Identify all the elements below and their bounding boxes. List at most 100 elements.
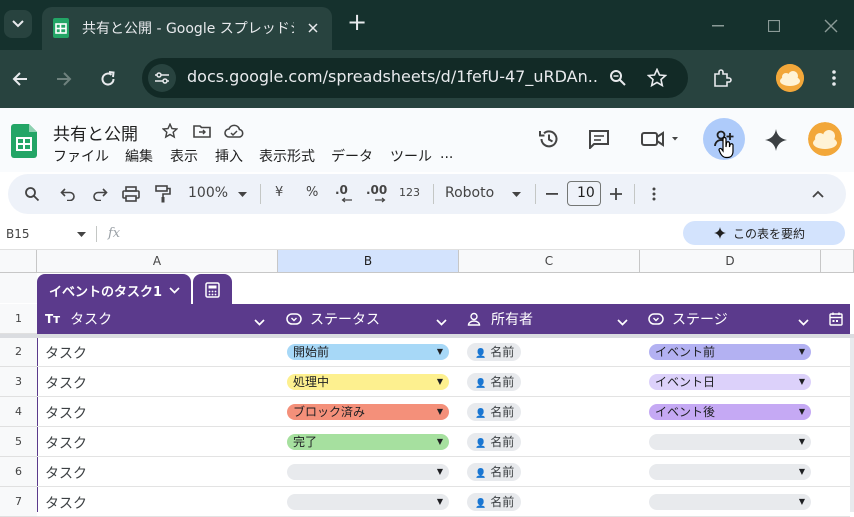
header-owner-chevron-icon[interactable] [617, 314, 628, 330]
account-avatar[interactable] [808, 122, 842, 156]
cloud-status-icon[interactable] [223, 121, 245, 141]
column-header-a[interactable]: A [37, 250, 278, 273]
task-cell[interactable]: タスク [45, 493, 87, 513]
header-status[interactable]: ステータス [286, 304, 454, 334]
currency-format-button[interactable]: ¥ [275, 185, 283, 200]
zoom-select[interactable]: 100% [188, 185, 228, 201]
column-header-c[interactable]: C [459, 250, 640, 273]
minimize-icon[interactable] [706, 14, 730, 38]
row-header-4[interactable]: 4 [0, 397, 37, 427]
stage-chip[interactable]: ▼ [649, 494, 811, 510]
table-name-chip[interactable]: イベントのタスク1 [37, 274, 191, 304]
new-tab-button[interactable]: + [347, 8, 367, 36]
task-cell[interactable]: タスク [45, 373, 87, 393]
row-header-7[interactable]: 7 [0, 487, 37, 517]
browser-menu-icon[interactable] [822, 64, 846, 92]
menu-more[interactable]: ... [440, 146, 453, 162]
task-cell[interactable]: タスク [45, 433, 87, 453]
status-chip[interactable]: ブロック済み ▼ [287, 404, 449, 420]
menu-edit[interactable]: 編集 [125, 146, 153, 166]
font-size-plus-icon[interactable] [608, 185, 624, 203]
owner-chip[interactable]: 👤 名前 [467, 493, 521, 511]
back-icon[interactable] [6, 65, 34, 93]
doc-title[interactable]: 共有と公開 [53, 120, 138, 145]
browser-tab[interactable]: 共有と公開 - Google スプレッドシ [42, 7, 332, 50]
name-box[interactable]: B15 [6, 227, 30, 241]
reload-icon[interactable] [94, 65, 122, 93]
task-cell[interactable]: タスク [45, 403, 87, 423]
stage-chip[interactable]: ▼ [649, 464, 811, 480]
status-chip[interactable]: ▼ [287, 494, 449, 510]
owner-chip[interactable]: 👤 名前 [467, 343, 521, 361]
forward-icon[interactable] [50, 65, 78, 93]
tab-close-icon[interactable] [304, 19, 322, 37]
table-menu-chevron-icon[interactable] [167, 284, 181, 296]
percent-format-button[interactable]: % [306, 185, 318, 200]
vertical-scrollbar[interactable] [850, 338, 854, 512]
name-box-dropdown-icon[interactable] [75, 229, 87, 239]
font-dropdown-icon[interactable] [510, 188, 522, 200]
row-header-1[interactable]: 1 [0, 304, 37, 334]
redo-icon[interactable] [90, 184, 110, 204]
font-select[interactable]: Roboto [445, 185, 494, 201]
address-bar[interactable]: docs.google.com/spreadsheets/d/1fefU-47_… [142, 58, 688, 98]
more-options-icon[interactable] [646, 184, 662, 204]
row-header-5[interactable]: 5 [0, 427, 37, 457]
owner-chip[interactable]: 👤 名前 [467, 403, 521, 421]
column-header-d[interactable]: D [640, 250, 821, 273]
comments-icon[interactable] [586, 126, 612, 152]
maximize-icon[interactable] [762, 14, 786, 38]
site-info-icon[interactable] [148, 64, 176, 92]
owner-chip[interactable]: 👤 名前 [467, 433, 521, 451]
move-folder-icon[interactable] [192, 121, 212, 141]
menu-view[interactable]: 表示 [170, 146, 198, 166]
header-owner[interactable]: 所有者 [467, 304, 635, 334]
status-chip[interactable]: 完了 ▼ [287, 434, 449, 450]
search-menus-icon[interactable] [22, 184, 42, 204]
font-size-minus-icon[interactable] [544, 185, 560, 203]
row-header-3[interactable]: 3 [0, 367, 37, 397]
undo-icon[interactable] [58, 184, 78, 204]
font-size-input[interactable]: 10 [567, 181, 601, 206]
collapse-toolbar-icon[interactable] [808, 184, 828, 204]
table-calculator-button[interactable] [193, 274, 232, 304]
profile-avatar[interactable] [776, 64, 804, 92]
status-chip[interactable]: 開始前 ▼ [287, 344, 449, 360]
paint-format-icon[interactable] [153, 184, 173, 204]
tab-search-button[interactable] [4, 10, 32, 38]
gemini-icon[interactable] [762, 126, 790, 154]
decrease-decimal-button[interactable]: .0 [335, 183, 348, 197]
stage-chip[interactable]: イベント前 ▼ [649, 344, 811, 360]
increase-decimal-button[interactable]: .00 [366, 183, 387, 197]
status-chip[interactable]: 処理中 ▼ [287, 374, 449, 390]
menu-file[interactable]: ファイル [53, 146, 109, 166]
zoom-dropdown-icon[interactable] [236, 188, 248, 200]
zoom-search-icon[interactable] [606, 66, 630, 90]
corner-select-all[interactable] [0, 250, 37, 273]
print-icon[interactable] [121, 184, 141, 204]
version-history-icon[interactable] [536, 126, 562, 152]
header-task[interactable]: Tт タスク [45, 304, 273, 334]
row-header-6[interactable]: 6 [0, 457, 37, 487]
status-chip[interactable]: ▼ [287, 464, 449, 480]
stage-chip[interactable]: イベント日 ▼ [649, 374, 811, 390]
sheets-logo-icon[interactable] [10, 123, 38, 159]
row-header-2[interactable]: 2 [0, 337, 37, 367]
task-cell[interactable]: タスク [45, 463, 87, 483]
header-stage-chevron-icon[interactable] [798, 314, 809, 330]
owner-chip[interactable]: 👤 名前 [467, 463, 521, 481]
stage-chip[interactable]: ▼ [649, 434, 811, 450]
task-cell[interactable]: タスク [45, 343, 87, 363]
bookmark-star-icon[interactable] [645, 66, 669, 90]
header-status-chevron-icon[interactable] [436, 314, 447, 330]
menu-data[interactable]: データ [331, 146, 373, 166]
number-format-button[interactable]: 123 [399, 186, 420, 199]
star-icon[interactable] [160, 121, 180, 141]
menu-tools[interactable]: ツール [390, 146, 432, 166]
owner-chip[interactable]: 👤 名前 [467, 373, 521, 391]
stage-chip[interactable]: イベント後 ▼ [649, 404, 811, 420]
header-stage[interactable]: ステージ [648, 304, 816, 334]
menu-insert[interactable]: 挿入 [215, 146, 243, 166]
extensions-icon[interactable] [708, 64, 736, 92]
meet-icon[interactable] [638, 126, 682, 152]
